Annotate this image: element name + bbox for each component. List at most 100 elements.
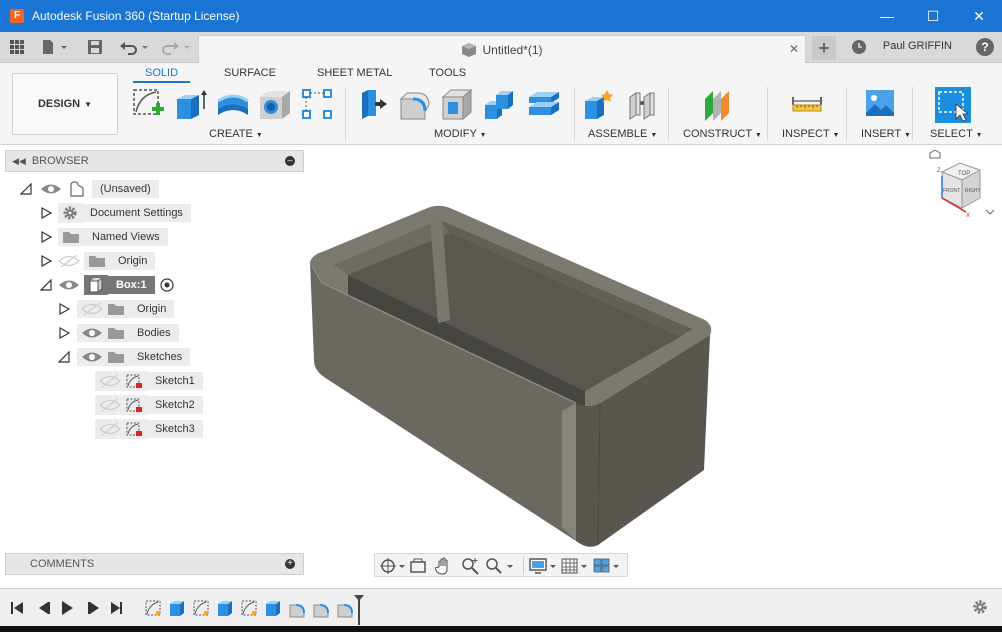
grid-settings-icon[interactable] [561,557,589,575]
tree-item-root[interactable]: (Unsaved) [40,179,159,199]
modify-group-label[interactable]: MODIFY ▼ [434,128,487,140]
extrude-icon[interactable] [174,87,208,121]
expanded-triangle-icon[interactable] [39,278,52,291]
pan-hand-icon[interactable] [435,557,453,575]
workspace-switcher[interactable]: DESIGN ▼ [12,73,118,135]
collapse-panel-icon[interactable]: ◀◀ [12,156,26,167]
new-component-icon[interactable] [582,87,616,121]
tab-sheet-metal[interactable]: SHEET METAL [317,67,392,79]
split-body-icon[interactable] [527,87,561,121]
maximize-button[interactable]: ☐ [910,0,956,32]
file-menu-icon[interactable] [40,37,70,57]
tree-item-sketches[interactable]: Sketches [77,347,191,367]
timeline-features[interactable] [144,595,366,625]
job-status-clock-icon[interactable] [850,37,868,57]
gear-icon [63,206,77,220]
user-name[interactable]: Paul GRIFFIN [883,40,952,52]
timeline-marker [354,595,364,625]
collapsed-triangle-icon[interactable] [40,254,53,268]
insert-group-label[interactable]: INSERT ▼ [861,128,911,140]
zoom-icon[interactable] [461,557,479,575]
eye-hidden-icon[interactable] [99,398,121,412]
combine-icon[interactable] [482,87,516,121]
tree-item-sketch3[interactable]: Sketch3 [95,419,203,439]
tree-item-sketch1[interactable]: Sketch1 [95,371,203,391]
hole-icon[interactable] [258,87,292,121]
press-pull-icon[interactable] [356,87,390,121]
eye-icon[interactable] [40,182,62,196]
joint-icon[interactable] [626,87,660,121]
tree-item-origin[interactable]: Origin [58,251,156,271]
folder-icon [108,304,124,315]
display-settings-icon[interactable] [529,557,557,575]
tree-item-named-views[interactable]: Named Views [58,227,168,247]
eye-icon[interactable] [81,326,103,340]
timeline-settings-gear-icon[interactable] [972,599,988,615]
viewports-icon[interactable] [593,557,621,575]
save-icon[interactable] [86,37,104,57]
create-sketch-icon[interactable] [132,87,166,121]
expanded-triangle-icon[interactable] [19,182,32,195]
tab-tools[interactable]: TOOLS [429,67,466,79]
activate-radio-icon[interactable] [159,277,175,293]
close-tab-button[interactable]: ✕ [789,42,799,56]
tab-surface[interactable]: SURFACE [224,67,276,79]
help-icon[interactable]: ? [976,38,994,56]
close-button[interactable]: ✕ [956,0,1002,32]
eye-hidden-icon[interactable] [58,254,80,268]
insert-image-icon[interactable] [864,87,898,121]
pattern-icon[interactable] [300,87,334,121]
3d-model-box[interactable] [300,195,720,555]
construct-group-label[interactable]: CONSTRUCT ▼ [683,128,762,140]
tree-item-label: (Unsaved) [92,180,159,198]
document-root-icon [70,181,84,197]
view-cube[interactable]: TOP FRONT RIGHT Z X [928,150,994,220]
eye-hidden-icon[interactable] [99,422,121,436]
assemble-group-label[interactable]: ASSEMBLE ▼ [588,128,657,140]
collapsed-triangle-icon[interactable] [40,206,53,220]
toolbar-ribbon: DESIGN ▼ SOLID SURFACE SHEET METAL TOOLS… [0,63,1002,145]
workspace-label: DESIGN [37,98,81,110]
minimize-button[interactable]: — [864,0,910,32]
tab-solid[interactable]: SOLID [133,67,191,83]
undo-icon[interactable] [118,37,152,57]
minimize-panel-icon[interactable]: – [285,156,295,166]
orbit-icon[interactable] [379,557,405,575]
select-group-label[interactable]: SELECT ▼ [930,128,983,140]
eye-icon[interactable] [58,278,80,292]
tree-item-component-box[interactable]: Box:1 [58,275,175,295]
shell-icon[interactable] [440,87,474,121]
inspect-group-label[interactable]: INSPECT ▼ [782,128,839,140]
eye-hidden-icon[interactable] [81,302,103,316]
collapsed-triangle-icon[interactable] [58,326,71,340]
fillet-icon[interactable] [398,87,432,121]
measure-icon[interactable] [790,87,824,121]
revolve-icon[interactable] [216,87,250,121]
create-group-label[interactable]: CREATE ▼ [209,128,263,140]
tree-item-component-origin[interactable]: Origin [77,299,175,319]
tree-item-bodies[interactable]: Bodies [77,323,179,343]
expanded-triangle-icon[interactable] [57,350,70,363]
document-tab[interactable]: Untitled*(1) ✕ [198,35,806,63]
taskbar-edge [0,626,1002,632]
component-icon [89,277,103,293]
tree-item-sketch2[interactable]: Sketch2 [95,395,203,415]
zoom-window-icon[interactable] [485,557,513,575]
timeline-extrude-feature [170,601,184,616]
comments-panel-header[interactable]: COMMENTS + [5,553,304,575]
eye-hidden-icon[interactable] [99,374,121,388]
tree-item-label: Sketch2 [147,396,203,414]
tree-item-document-settings[interactable]: Document Settings [58,203,191,223]
data-panel-grid-icon[interactable] [8,37,26,57]
browser-panel-header[interactable]: ◀◀ BROWSER – [5,150,304,172]
collapsed-triangle-icon[interactable] [40,230,53,244]
timeline-bar [0,588,1002,626]
collapsed-triangle-icon[interactable] [58,302,71,316]
new-tab-button[interactable]: + [812,36,836,60]
redo-icon[interactable] [160,37,194,57]
add-comment-icon[interactable]: + [285,559,295,569]
offset-plane-icon[interactable] [701,87,735,121]
look-at-icon[interactable] [409,557,427,575]
eye-icon[interactable] [81,350,103,364]
select-icon[interactable] [935,87,971,123]
